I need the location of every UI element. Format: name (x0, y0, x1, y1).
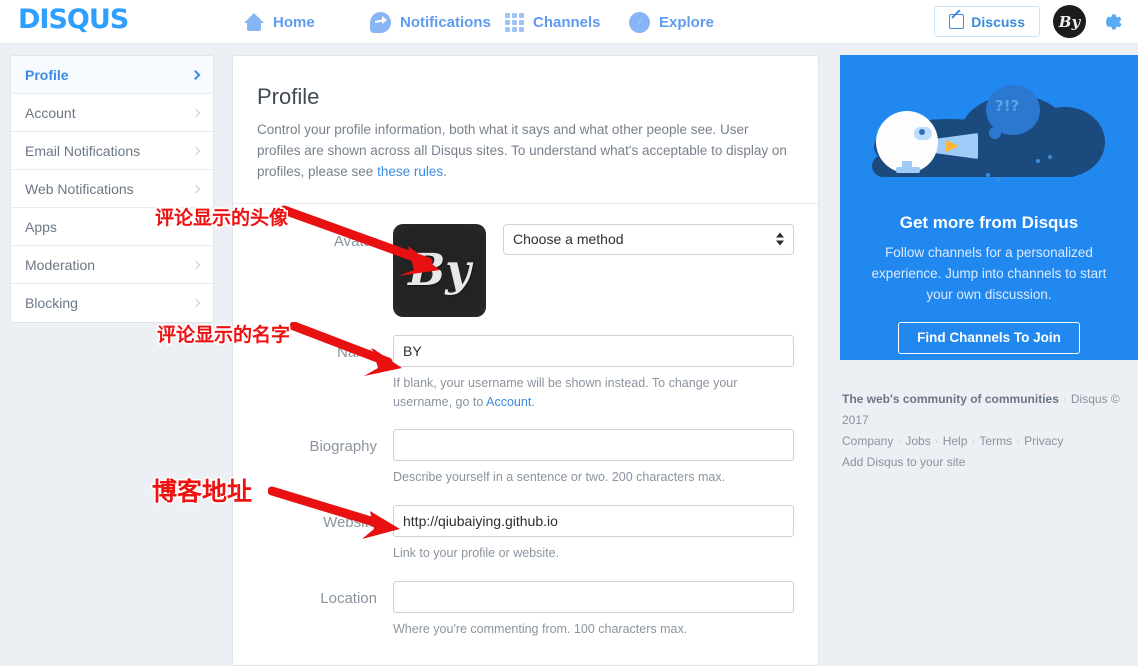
annotation-avatar-text: 评论显示的头像 (153, 206, 289, 231)
sidebar-item-blocking-label: Blocking (25, 295, 78, 311)
footer-separator: · (971, 434, 976, 448)
profile-header: Profile Control your profile information… (233, 56, 818, 204)
speech-bubble-text: ?!? (995, 97, 1020, 115)
avatar-initials: By (1058, 12, 1081, 31)
footer-link-company[interactable]: Company (842, 434, 893, 448)
find-channels-button[interactable]: Find Channels To Join (898, 321, 1080, 354)
disqus-logo[interactable]: DISQUS (18, 4, 129, 35)
nav-item-explore-label: Explore (659, 13, 715, 31)
sidebar-item-profile[interactable]: Profile (11, 56, 213, 94)
website-field-row: Website Link to your profile or website. (233, 505, 818, 563)
website-input[interactable] (393, 505, 794, 538)
top-navigation-bar: DISQUS Home Notifications Channels Explo… (0, 0, 1138, 44)
settings-sidebar: Profile Account Email Notifications Web … (10, 55, 214, 323)
name-help-text: If blank, your username will be shown in… (393, 374, 794, 412)
name-help-before: If blank, your username will be shown in… (393, 375, 738, 409)
add-disqus-link[interactable]: Add Disqus to your site (842, 455, 965, 469)
promo-title: Get more from Disqus (899, 213, 1079, 232)
nav-item-channels[interactable]: Channels (505, 0, 601, 44)
nav-item-notifications-label: Notifications (400, 13, 491, 31)
sidebar-item-account-label: Account (25, 104, 76, 121)
nav-item-channels-label: Channels (533, 13, 601, 31)
chevron-right-icon (191, 108, 201, 117)
profile-description: Control your profile information, both w… (257, 120, 792, 183)
location-field-row: Location Where you're commenting from. 1… (233, 580, 818, 639)
location-help-text: Where you're commenting from. 100 charac… (393, 621, 688, 636)
these-rules-link[interactable]: these rules (377, 164, 443, 179)
sidebar-item-account[interactable]: Account (11, 94, 213, 132)
footer-tagline: The web's community of communities (842, 392, 1059, 406)
chevron-right-icon (191, 146, 201, 155)
profile-description-before: Control your profile information, both w… (257, 122, 787, 179)
footer-link-help[interactable]: Help (943, 434, 968, 448)
footer-separator: · (897, 434, 902, 448)
avatar[interactable]: By (1053, 5, 1086, 38)
footer-line-1: The web's community of communities · Disqu… (842, 389, 1138, 431)
location-label: Location (320, 589, 377, 607)
name-help-after: . (531, 394, 535, 409)
footer-link-terms[interactable]: Terms (979, 434, 1012, 448)
footer-links: Company · Jobs · Help · Terms · Privacy (842, 431, 1138, 452)
nav-item-notifications[interactable]: Notifications (370, 0, 491, 44)
biography-input[interactable] (393, 429, 794, 462)
account-link[interactable]: Account (486, 395, 531, 409)
biography-help-text: Describe yourself in a sentence or two. … (393, 470, 726, 485)
annotation-name-text: 评论显示的名字 (155, 323, 291, 348)
avatar-field-row: Avatar By Choose a method (233, 223, 818, 317)
footer-separator: · (1062, 392, 1067, 406)
promo-illustration: ?!? (840, 55, 1138, 205)
chevron-right-icon (191, 260, 201, 269)
avatar-preview-initials: By (408, 244, 471, 296)
name-input[interactable] (393, 334, 794, 367)
sidebar-item-blocking[interactable]: Blocking (11, 284, 213, 322)
website-label: Website (323, 514, 377, 532)
page-title: Profile (257, 84, 320, 109)
notification-bubble-icon (370, 11, 391, 33)
chevron-right-icon (190, 69, 201, 80)
footer-link-privacy[interactable]: Privacy (1024, 434, 1063, 448)
website-help-text: Link to your profile or website. (393, 546, 560, 561)
gear-icon[interactable] (1100, 10, 1126, 36)
footer-separator: · (1016, 434, 1021, 448)
avatar-method-select[interactable]: Choose a method (503, 223, 794, 255)
avatar-method-value: Choose a method (513, 231, 624, 248)
promo-panel: ?!? Get more from Disqus Follow channels… (840, 55, 1138, 360)
compass-icon (629, 11, 650, 33)
profile-description-after: . (443, 163, 447, 179)
sidebar-item-web-notifications-label: Web Notifications (25, 180, 134, 197)
nav-item-home[interactable]: Home (244, 0, 315, 44)
sidebar-item-profile-label: Profile (25, 66, 69, 83)
biography-field-row: Biography Describe yourself in a sentenc… (233, 429, 818, 487)
sidebar-item-email-notifications-label: Email Notifications (25, 142, 141, 159)
discuss-button-label: Discuss (971, 13, 1025, 30)
promo-text: Follow channels for a personalized exper… (871, 245, 1107, 302)
chevron-right-icon (191, 184, 201, 193)
sidebar-item-moderation[interactable]: Moderation (11, 246, 213, 284)
nav-item-home-label: Home (273, 13, 315, 31)
home-icon (244, 13, 264, 31)
sidebar-item-moderation-label: Moderation (25, 256, 96, 273)
site-footer: The web's community of communities · Disqu… (842, 389, 1138, 473)
footer-add-disqus: Add Disqus to your site (842, 452, 1138, 473)
location-input[interactable] (393, 580, 794, 613)
profile-settings-panel: Profile Control your profile information… (232, 55, 819, 666)
footer-link-jobs[interactable]: Jobs (905, 434, 930, 448)
grid-icon (505, 12, 524, 32)
pencil-square-icon (949, 14, 965, 29)
stepper-arrows-icon (776, 232, 784, 246)
sidebar-item-email-notifications[interactable]: Email Notifications (11, 132, 213, 170)
name-field-row: Name If blank, your username will be sho… (233, 334, 818, 412)
nav-item-explore[interactable]: Explore (629, 0, 714, 44)
chevron-right-icon (191, 298, 201, 308)
biography-label: Biography (309, 438, 377, 456)
sidebar-item-apps-label: Apps (25, 218, 57, 235)
avatar-preview[interactable]: By (393, 223, 486, 317)
footer-separator: · (934, 434, 939, 448)
annotation-website-text: 博客地址 (150, 476, 253, 508)
discuss-button[interactable]: Discuss (934, 6, 1040, 37)
